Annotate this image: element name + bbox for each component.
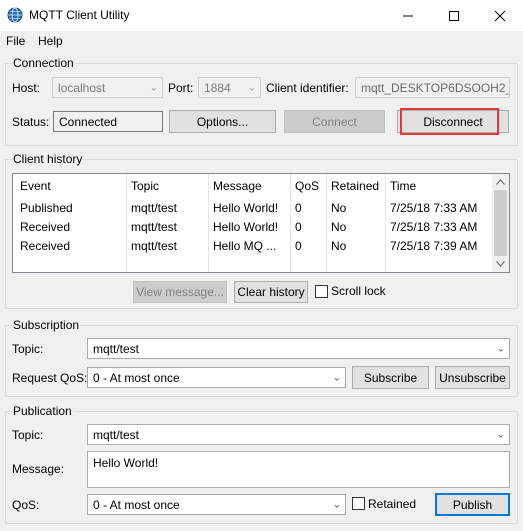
minimize-icon	[403, 15, 413, 16]
column-separator	[385, 174, 386, 272]
subscription-topic-label: Topic:	[12, 342, 44, 356]
minimize-button[interactable]	[385, 0, 431, 31]
column-header-retained[interactable]: Retained	[331, 179, 379, 193]
publication-topic-combobox[interactable]: mqtt/test ⌄	[87, 424, 510, 445]
vertical-scrollbar[interactable]	[492, 174, 509, 272]
menu-bar	[0, 31, 523, 51]
cell-event: Published	[20, 201, 73, 215]
cell-topic: mqtt/test	[131, 201, 178, 215]
scroll-lock-checkbox[interactable]	[315, 285, 328, 298]
subscription-topic-value: mqtt/test	[93, 341, 140, 356]
client-id-label: Client identifier:	[266, 81, 349, 95]
cell-event: Received	[20, 239, 71, 253]
menu-file[interactable]: File	[6, 34, 25, 48]
host-value: localhost	[58, 80, 106, 95]
message-label: Message:	[12, 462, 65, 476]
close-button[interactable]	[477, 0, 523, 31]
cell-retained: No	[331, 220, 347, 234]
publish-button[interactable]: Publish	[435, 493, 510, 516]
column-separator	[290, 174, 291, 272]
publication-qos-value: 0 - At most once	[93, 497, 180, 512]
history-list[interactable]: Event Topic Message QoS Retained Time Pu…	[12, 173, 510, 273]
host-combobox[interactable]: localhost ⌄	[52, 77, 163, 98]
view-message-button[interactable]: View message...	[133, 281, 227, 303]
port-value: 1884	[204, 80, 231, 95]
cell-qos: 0	[295, 201, 302, 215]
clear-history-button[interactable]: Clear history	[234, 281, 308, 303]
options-button[interactable]: Options...	[169, 110, 276, 133]
close-icon	[495, 10, 505, 21]
window-title: MQTT Client Utility	[29, 8, 130, 22]
cell-qos: 0	[295, 220, 302, 234]
column-separator	[326, 174, 327, 272]
publication-topic-label: Topic:	[12, 428, 44, 442]
subscription-topic-combobox[interactable]: mqtt/test ⌄	[87, 338, 510, 359]
cell-message: Hello World!	[213, 201, 279, 215]
chevron-down-icon: ⌄	[496, 429, 505, 440]
connection-group-label: Connection	[12, 56, 75, 70]
client-id-field[interactable]: mqtt_DESKTOP6DSOOH2_2	[355, 77, 510, 98]
scroll-lock-label: Scroll lock	[331, 284, 386, 298]
publication-qos-label: QoS:	[12, 498, 40, 512]
column-header-topic[interactable]: Topic	[131, 179, 159, 193]
chevron-up-icon[interactable]	[496, 179, 505, 185]
globe-icon	[7, 7, 23, 23]
subscription-group-label: Subscription	[12, 318, 81, 332]
chevron-down-icon: ⌄	[332, 372, 341, 383]
column-header-qos[interactable]: QoS	[295, 179, 319, 193]
menu-help[interactable]: Help	[38, 34, 63, 48]
retained-checkbox[interactable]	[352, 497, 365, 510]
publication-qos-combobox[interactable]: 0 - At most once ⌄	[87, 494, 346, 515]
status-field: Connected	[53, 111, 163, 132]
column-separator	[208, 174, 209, 272]
client-history-group-label: Client history	[12, 152, 84, 166]
cell-retained: No	[331, 239, 347, 253]
port-label: Port:	[168, 81, 194, 95]
publication-group-label: Publication	[12, 404, 73, 418]
publication-topic-value: mqtt/test	[93, 427, 140, 442]
cell-topic: mqtt/test	[131, 220, 178, 234]
cell-qos: 0	[295, 239, 302, 253]
host-label: Host:	[12, 81, 41, 95]
unsubscribe-button[interactable]: Unsubscribe	[435, 366, 510, 389]
column-header-time[interactable]: Time	[390, 179, 416, 193]
scrollbar-thumb[interactable]	[494, 190, 507, 256]
retained-label: Retained	[368, 497, 417, 511]
subscribe-button[interactable]: Subscribe	[352, 366, 429, 389]
column-header-event[interactable]: Event	[20, 179, 51, 193]
cell-message: Hello World!	[213, 220, 279, 234]
status-label: Status:	[12, 115, 50, 129]
cell-message: Hello MQ ...	[213, 239, 277, 253]
cell-event: Received	[20, 220, 71, 234]
cell-time: 7/25/18 7:33 AM	[390, 201, 478, 215]
chevron-down-icon: ⌄	[332, 499, 341, 510]
cell-topic: mqtt/test	[131, 239, 178, 253]
maximize-icon	[449, 10, 459, 21]
column-separator	[126, 174, 127, 272]
cell-retained: No	[331, 201, 347, 215]
port-combobox[interactable]: 1884 ⌄	[198, 77, 261, 98]
disconnect-highlight	[400, 108, 499, 135]
request-qos-label: Request QoS:	[12, 371, 88, 385]
chevron-down-icon: ⌄	[496, 343, 505, 354]
cell-time: 7/25/18 7:39 AM	[390, 239, 478, 253]
chevron-down-icon[interactable]	[496, 261, 505, 267]
request-qos-value: 0 - At most once	[93, 370, 180, 385]
chevron-down-icon: ⌄	[149, 82, 158, 93]
message-textarea[interactable]: Hello World!	[87, 451, 510, 488]
request-qos-combobox[interactable]: 0 - At most once ⌄	[87, 367, 346, 388]
chevron-down-icon: ⌄	[247, 82, 256, 93]
column-header-message[interactable]: Message	[213, 179, 262, 193]
cell-time: 7/25/18 7:33 AM	[390, 220, 478, 234]
maximize-button[interactable]	[431, 0, 477, 31]
connect-button[interactable]: Connect	[284, 110, 385, 133]
